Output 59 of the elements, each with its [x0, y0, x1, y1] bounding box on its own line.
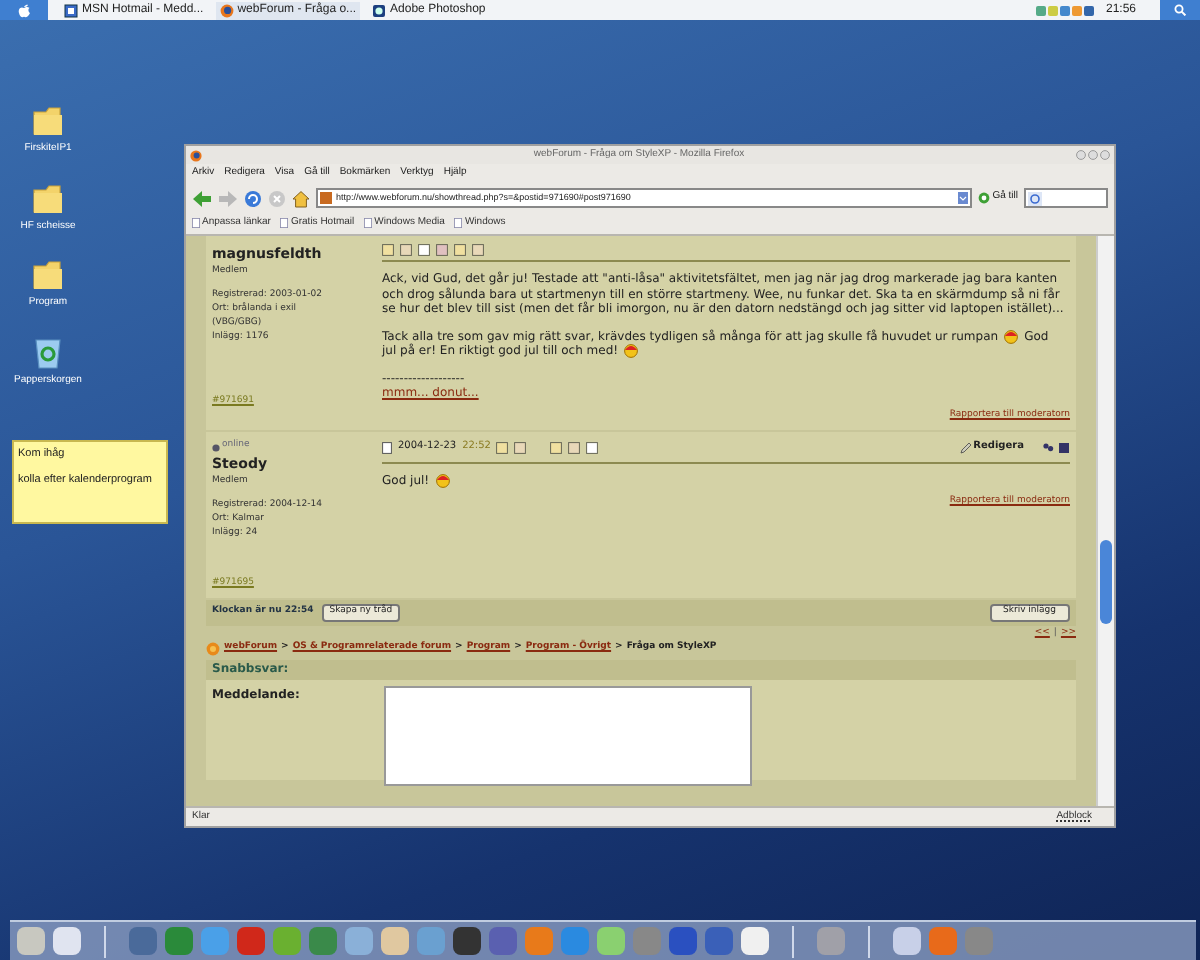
page-icon — [280, 218, 289, 228]
page-icon — [454, 218, 463, 228]
page-icon — [364, 218, 373, 228]
globe-icon — [219, 3, 234, 17]
stop-icon — [268, 189, 286, 207]
forum-logo-icon — [206, 641, 220, 656]
app-icon — [272, 926, 302, 956]
app-icon — [560, 926, 590, 956]
status-icon — [212, 443, 220, 452]
app-icon — [964, 926, 994, 956]
scrollbar[interactable] — [1096, 236, 1114, 806]
app-icon — [632, 926, 662, 956]
folder-icon — [32, 104, 64, 138]
page-icon — [192, 218, 200, 228]
smiley-icon — [435, 474, 450, 488]
app-icon — [164, 926, 194, 956]
smiley-icon — [1004, 329, 1019, 344]
app-icon — [416, 926, 446, 956]
app-icon — [668, 926, 698, 956]
search-icon — [1174, 4, 1186, 16]
app-icon — [704, 926, 734, 956]
app-icon — [16, 926, 46, 956]
app-icon — [524, 926, 554, 956]
scrollbar-thumb[interactable] — [1100, 540, 1112, 624]
message-field[interactable] — [384, 685, 752, 786]
forward-icon — [218, 189, 238, 207]
search-engine-icon — [1028, 191, 1042, 205]
go-icon — [978, 192, 991, 204]
site-icon — [320, 192, 332, 204]
app-icon — [372, 3, 387, 17]
window-icon — [64, 3, 78, 17]
app-icon — [596, 926, 626, 956]
app-icon — [380, 926, 410, 956]
app-icon — [816, 926, 846, 956]
app-icon — [128, 926, 158, 956]
smiley-icon — [624, 344, 639, 359]
trash-icon — [31, 335, 64, 369]
folder-icon — [32, 258, 64, 292]
apple-menu[interactable] — [0, 0, 48, 20]
app-icon — [740, 926, 770, 956]
search-field[interactable] — [1024, 188, 1108, 208]
dropdown-icon — [958, 192, 969, 204]
pencil-icon — [959, 442, 972, 454]
app-icon — [488, 926, 518, 956]
app-icon — [928, 926, 958, 956]
home-icon — [292, 189, 310, 207]
apple-icon — [18, 3, 30, 17]
app-icon — [308, 926, 338, 956]
back-icon — [192, 189, 212, 207]
reload-icon — [244, 189, 262, 207]
app-icon — [344, 926, 374, 956]
folder-icon — [31, 181, 64, 215]
app-icon — [452, 926, 482, 956]
globe-icon — [190, 149, 202, 161]
app-icon — [200, 926, 230, 956]
page-icon — [382, 442, 392, 454]
app-icon — [52, 926, 82, 956]
app-icon — [236, 926, 266, 956]
search-button[interactable] — [1160, 0, 1200, 20]
